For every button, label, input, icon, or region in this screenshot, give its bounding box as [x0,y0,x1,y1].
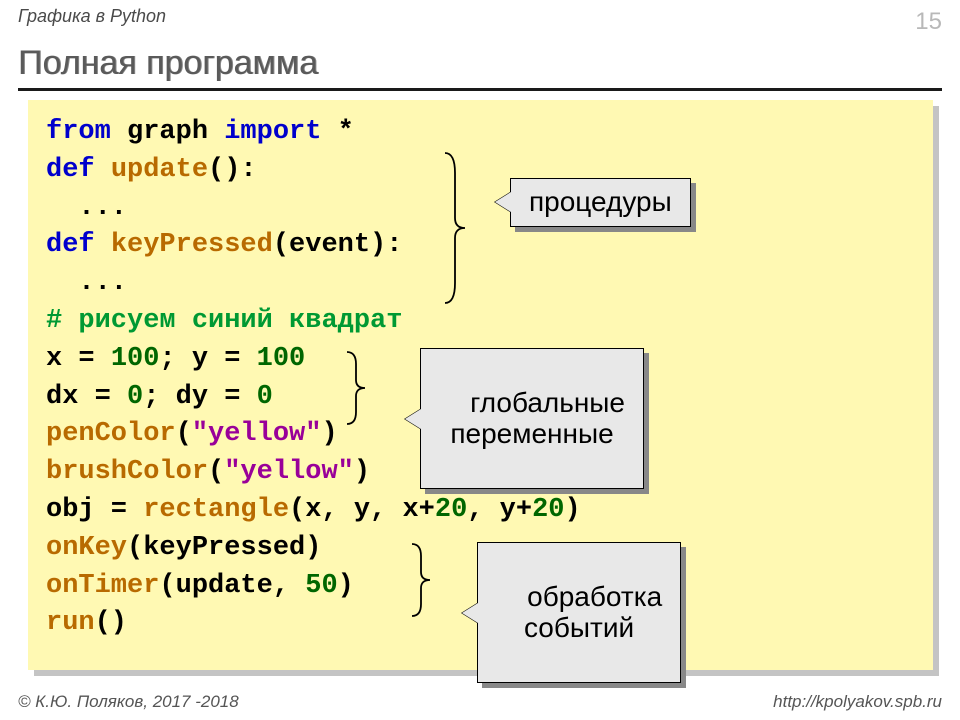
callout-events: обработка событий [477,542,681,683]
callout-label: глобальные переменные [450,387,625,449]
kw-from: from [46,117,111,147]
slide-number: 15 [915,8,942,36]
callout-globals: глобальные переменные [420,348,644,489]
title-rule [18,88,942,91]
footer-url: http://kpolyakov.spb.ru [773,692,942,712]
brace-3 [408,540,436,620]
brace-2 [343,348,371,428]
slide: Графика в Python 15 Полная программа fro… [0,0,960,720]
slide-title: Полная программа [18,44,318,83]
brace-1 [440,148,470,308]
comment: # рисуем синий квадрат [46,306,402,336]
callout-label: процедуры [529,186,672,217]
footer-copyright: © К.Ю. Поляков, 2017 -2018 [18,692,239,712]
callout-label: обработка событий [524,581,662,643]
topic-label: Графика в Python [18,6,166,27]
callout-procedures: процедуры [510,178,691,227]
kw-import: import [224,117,321,147]
